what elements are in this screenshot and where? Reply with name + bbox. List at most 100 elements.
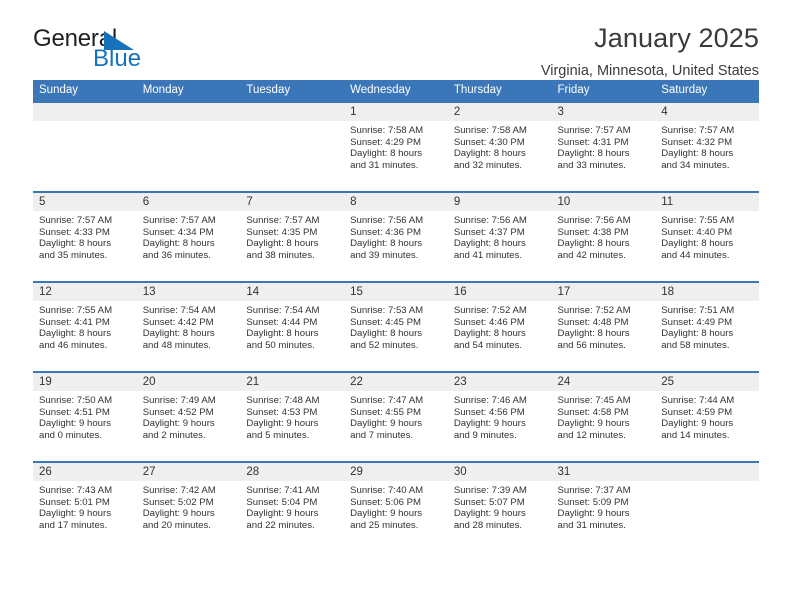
- day-number: 10: [551, 193, 656, 211]
- calendar-day-cell[interactable]: 28 Sunrise: 7:41 AM Sunset: 5:04 PM Dayligh…: [240, 461, 345, 552]
- day-sun-info: Sunrise: 7:48 AM Sunset: 4:53 PM Daylight:…: [240, 391, 344, 441]
- info-line-daylight-1: Daylight: 8 hours: [557, 238, 630, 250]
- calendar-day-cell[interactable]: 19 Sunrise: 7:50 AM Sunset: 4:51 PM Dayligh…: [33, 371, 137, 462]
- info-line-sunrise: Sunrise: 7:56 AM: [350, 215, 424, 226]
- calendar-day-cell[interactable]: 8 Sunrise: 7:56 AM Sunset: 4:36 PM Daylight…: [344, 191, 448, 282]
- info-line-sunrise: Sunrise: 7:48 AM: [246, 395, 320, 406]
- info-line-daylight-2: and 38 minutes.: [246, 249, 315, 261]
- info-line-sunset: Sunset: 4:53 PM: [246, 406, 318, 418]
- info-line-sunset: Sunset: 4:34 PM: [142, 226, 214, 238]
- weekday-header-monday: Monday: [136, 80, 241, 102]
- calendar-day-cell[interactable]: 7 Sunrise: 7:57 AM Sunset: 4:35 PM Daylight…: [240, 191, 345, 282]
- calendar-day-cell-empty: [240, 101, 345, 192]
- info-line-daylight-1: Daylight: 9 hours: [142, 508, 215, 520]
- calendar-day-cell[interactable]: 20 Sunrise: 7:49 AM Sunset: 4:52 PM Dayligh…: [136, 371, 241, 462]
- brand-logo[interactable]: General Blue: [33, 26, 163, 72]
- info-line-sunrise: Sunrise: 7:57 AM: [142, 215, 216, 226]
- info-line-daylight-1: Daylight: 9 hours: [453, 418, 526, 430]
- info-line-daylight-2: and 41 minutes.: [453, 249, 523, 261]
- calendar-day-cell[interactable]: 15 Sunrise: 7:53 AM Sunset: 4:45 PM Dayligh…: [344, 281, 448, 372]
- day-number: 18: [655, 283, 759, 301]
- calendar-day-cell[interactable]: 24 Sunrise: 7:45 AM Sunset: 4:58 PM Dayligh…: [551, 371, 656, 462]
- calendar-day-cell[interactable]: 29 Sunrise: 7:40 AM Sunset: 5:06 PM Dayligh…: [344, 461, 448, 552]
- info-line-sunrise: Sunrise: 7:54 AM: [142, 305, 216, 316]
- info-line-sunrise: Sunrise: 7:40 AM: [350, 485, 424, 496]
- calendar-day-cell[interactable]: 4 Sunrise: 7:57 AM Sunset: 4:32 PM Daylight…: [655, 101, 759, 192]
- day-number: 9: [447, 193, 552, 211]
- calendar-day-cell[interactable]: 10 Sunrise: 7:56 AM Sunset: 4:38 PM Dayligh…: [551, 191, 656, 282]
- calendar-day-cell[interactable]: 22 Sunrise: 7:47 AM Sunset: 4:55 PM Dayligh…: [344, 371, 448, 462]
- info-line-sunrise: Sunrise: 7:39 AM: [453, 485, 527, 496]
- day-number: [240, 103, 345, 121]
- info-line-sunrise: Sunrise: 7:49 AM: [142, 395, 216, 406]
- calendar-day-cell[interactable]: 14 Sunrise: 7:54 AM Sunset: 4:44 PM Dayligh…: [240, 281, 345, 372]
- info-line-daylight-2: and 39 minutes.: [350, 249, 419, 261]
- day-number: 23: [447, 373, 552, 391]
- calendar-day-cell[interactable]: 31 Sunrise: 7:37 AM Sunset: 5:09 PM Dayligh…: [551, 461, 656, 552]
- info-line-sunset: Sunset: 4:58 PM: [557, 406, 629, 418]
- calendar-day-cell[interactable]: 12 Sunrise: 7:55 AM Sunset: 4:41 PM Dayligh…: [33, 281, 137, 372]
- info-line-sunrise: Sunrise: 7:56 AM: [557, 215, 631, 226]
- info-line-sunrise: Sunrise: 7:37 AM: [557, 485, 631, 496]
- info-line-sunset: Sunset: 4:48 PM: [557, 316, 629, 328]
- calendar-week-row: 12 Sunrise: 7:55 AM Sunset: 4:41 PM Dayligh…: [33, 281, 759, 372]
- calendar-day-cell[interactable]: 6 Sunrise: 7:57 AM Sunset: 4:34 PM Daylight…: [136, 191, 241, 282]
- info-line-daylight-1: Daylight: 9 hours: [246, 508, 319, 520]
- calendar-day-cell[interactable]: 18 Sunrise: 7:51 AM Sunset: 4:49 PM Dayligh…: [655, 281, 759, 372]
- info-line-daylight-2: and 22 minutes.: [246, 519, 315, 531]
- day-number: 21: [240, 373, 345, 391]
- calendar-day-cell[interactable]: 16 Sunrise: 7:52 AM Sunset: 4:46 PM Dayligh…: [447, 281, 552, 372]
- info-line-daylight-2: and 34 minutes.: [661, 159, 730, 171]
- day-sun-info: Sunrise: 7:52 AM Sunset: 4:48 PM Daylight:…: [552, 301, 656, 351]
- calendar-day-cell[interactable]: 13 Sunrise: 7:54 AM Sunset: 4:42 PM Dayligh…: [136, 281, 241, 372]
- day-number: [33, 103, 137, 121]
- day-sun-info: Sunrise: 7:44 AM Sunset: 4:59 PM Daylight:…: [655, 391, 759, 441]
- calendar-day-cell-empty: [655, 461, 759, 552]
- day-number: 29: [344, 463, 448, 481]
- info-line-sunrise: Sunrise: 7:52 AM: [557, 305, 631, 316]
- day-sun-info: Sunrise: 7:55 AM Sunset: 4:41 PM Daylight:…: [33, 301, 137, 351]
- calendar-day-cell[interactable]: 2 Sunrise: 7:58 AM Sunset: 4:30 PM Daylight…: [447, 101, 552, 192]
- info-line-daylight-1: Daylight: 8 hours: [39, 328, 111, 340]
- info-line-sunset: Sunset: 4:56 PM: [453, 406, 525, 418]
- day-sun-info: Sunrise: 7:57 AM Sunset: 4:31 PM Daylight:…: [552, 121, 656, 171]
- calendar-day-cell[interactable]: 17 Sunrise: 7:52 AM Sunset: 4:48 PM Dayligh…: [551, 281, 656, 372]
- calendar-day-cell[interactable]: 1 Sunrise: 7:58 AM Sunset: 4:29 PM Daylight…: [344, 101, 448, 192]
- day-number: 19: [33, 373, 137, 391]
- day-sun-info: Sunrise: 7:58 AM Sunset: 4:29 PM Daylight:…: [344, 121, 448, 171]
- calendar-day-cell[interactable]: 9 Sunrise: 7:56 AM Sunset: 4:37 PM Daylight…: [447, 191, 552, 282]
- info-line-sunrise: Sunrise: 7:57 AM: [39, 215, 113, 226]
- day-sun-info: Sunrise: 7:43 AM Sunset: 5:01 PM Daylight:…: [33, 481, 137, 531]
- calendar-day-cell[interactable]: 3 Sunrise: 7:57 AM Sunset: 4:31 PM Daylight…: [551, 101, 656, 192]
- weekday-header-thursday: Thursday: [447, 80, 552, 102]
- info-line-daylight-2: and 20 minutes.: [142, 519, 211, 531]
- info-line-sunset: Sunset: 5:02 PM: [142, 496, 214, 508]
- info-line-sunrise: Sunrise: 7:52 AM: [453, 305, 527, 316]
- day-sun-info: Sunrise: 7:54 AM Sunset: 4:42 PM Daylight:…: [137, 301, 241, 351]
- info-line-sunset: Sunset: 4:31 PM: [557, 136, 629, 148]
- info-line-daylight-2: and 28 minutes.: [453, 519, 523, 531]
- day-number: 7: [240, 193, 345, 211]
- calendar-day-cell[interactable]: 30 Sunrise: 7:39 AM Sunset: 5:07 PM Dayligh…: [447, 461, 552, 552]
- info-line-sunrise: Sunrise: 7:41 AM: [246, 485, 320, 496]
- calendar-day-cell[interactable]: 27 Sunrise: 7:42 AM Sunset: 5:02 PM Dayligh…: [136, 461, 241, 552]
- info-line-sunset: Sunset: 4:52 PM: [142, 406, 214, 418]
- calendar-day-cell[interactable]: 26 Sunrise: 7:43 AM Sunset: 5:01 PM Dayligh…: [33, 461, 137, 552]
- day-sun-info: Sunrise: 7:40 AM Sunset: 5:06 PM Daylight:…: [344, 481, 448, 531]
- day-number: 16: [447, 283, 552, 301]
- info-line-daylight-1: Daylight: 9 hours: [557, 508, 630, 520]
- calendar-day-cell[interactable]: 25 Sunrise: 7:44 AM Sunset: 4:59 PM Dayligh…: [655, 371, 759, 462]
- info-line-daylight-1: Daylight: 8 hours: [350, 328, 423, 340]
- info-line-daylight-2: and 14 minutes.: [661, 429, 730, 441]
- calendar-day-cell[interactable]: 23 Sunrise: 7:46 AM Sunset: 4:56 PM Dayligh…: [447, 371, 552, 462]
- info-line-daylight-2: and 2 minutes.: [142, 429, 206, 441]
- info-line-daylight-1: Daylight: 9 hours: [350, 418, 423, 430]
- info-line-sunset: Sunset: 4:36 PM: [350, 226, 422, 238]
- info-line-sunrise: Sunrise: 7:58 AM: [350, 125, 424, 136]
- calendar-day-cell[interactable]: 11 Sunrise: 7:55 AM Sunset: 4:40 PM Dayligh…: [655, 191, 759, 282]
- calendar-day-cell[interactable]: 21 Sunrise: 7:48 AM Sunset: 4:53 PM Dayligh…: [240, 371, 345, 462]
- info-line-sunset: Sunset: 4:41 PM: [39, 316, 110, 328]
- calendar-day-cell[interactable]: 5 Sunrise: 7:57 AM Sunset: 4:33 PM Daylight…: [33, 191, 137, 282]
- info-line-daylight-2: and 5 minutes.: [246, 429, 310, 441]
- day-sun-info: Sunrise: 7:56 AM Sunset: 4:36 PM Daylight:…: [344, 211, 448, 261]
